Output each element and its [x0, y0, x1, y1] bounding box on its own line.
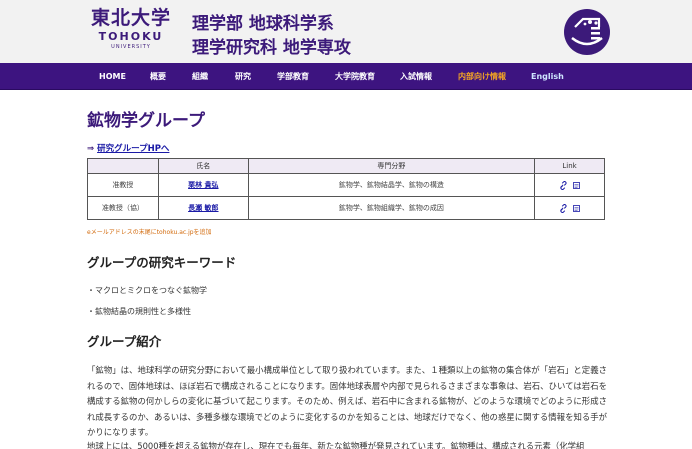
nav-item-home[interactable]: HOME: [99, 63, 126, 90]
email-link-icon[interactable]: [559, 203, 568, 213]
nav-item-research[interactable]: 研究: [235, 63, 251, 90]
nav-item-organization[interactable]: 組織: [192, 63, 208, 90]
member-links-cell: [534, 173, 605, 197]
keywords-heading: グループの研究キーワード: [87, 255, 237, 270]
member-name-cell: 栗林 貴弘: [157, 173, 249, 197]
profile-link-icon[interactable]: [572, 204, 580, 212]
table-header-link: Link: [534, 158, 605, 174]
nav-item-undergraduate[interactable]: 学部教育: [277, 63, 309, 90]
main-navigation: HOME 概要 組織 研究 学部教育 大学院教育 入試情報 内部向け情報 Eng…: [0, 63, 692, 90]
logo-kanji: 東北大学: [90, 7, 171, 29]
member-field: 鉱物学、鉱物組織学、鉱物の成因: [247, 196, 536, 220]
nav-item-english[interactable]: English: [531, 63, 564, 90]
intro-paragraph: 「鉱物」は、地球科学の研究分野において最小構成単位として取り扱われています。また…: [87, 365, 607, 437]
member-name-cell: 長瀬 敏郎: [157, 196, 249, 220]
member-position: 准教授: [87, 173, 159, 197]
nav-item-admissions[interactable]: 入試情報: [400, 63, 432, 90]
table-row: 准教授 栗林 貴弘 鉱物学、鉱物結晶学、鉱物の構造: [87, 173, 605, 197]
group-hp-link[interactable]: 研究グループHPへ: [97, 144, 169, 154]
table-row: 准教授（協） 長瀬 敏郎 鉱物学、鉱物組織学、鉱物の成因: [87, 196, 605, 220]
members-table: 氏名 専門分野 Link 准教授 栗林 貴弘 鉱物学、鉱物結晶学、鉱物の構造 准…: [87, 158, 605, 220]
page-title: 鉱物学グループ: [87, 111, 205, 131]
member-links: [558, 180, 580, 190]
member-links-cell: [534, 196, 605, 220]
university-logo[interactable]: 東北大学 TOHOKU UNIVERSITY: [86, 6, 176, 58]
logo-university: UNIVERSITY: [111, 44, 151, 50]
keyword-item: ・鉱物結晶の規則性と多様性: [87, 307, 191, 316]
member-field: 鉱物学、鉱物結晶学、鉱物の構造: [247, 173, 536, 197]
arrow-icon: ⇒: [87, 144, 95, 154]
nav-item-internal[interactable]: 内部向け情報: [458, 63, 506, 90]
profile-link-icon[interactable]: [572, 181, 580, 189]
site-header: 東北大学 TOHOKU UNIVERSITY 理学部 地球科学系 理学研究科 地…: [0, 0, 692, 63]
nav-item-overview[interactable]: 概要: [150, 63, 166, 90]
logo-english: TOHOKU: [98, 30, 164, 43]
group-hp-link-row: ⇒ 研究グループHPへ: [87, 142, 169, 154]
faculty-emblem-icon[interactable]: [563, 8, 611, 56]
member-name-link[interactable]: 長瀬 敏郎: [188, 204, 218, 212]
department-title-line2[interactable]: 理学研究科 地学専攻: [192, 33, 351, 58]
keyword-item: ・マクロとミクロをつなぐ鉱物学: [87, 286, 207, 295]
table-header-name: 氏名: [157, 158, 249, 174]
member-name-link[interactable]: 栗林 貴弘: [188, 181, 218, 189]
member-position: 准教授（協）: [87, 196, 159, 220]
member-links: [558, 203, 580, 213]
nav-item-graduate[interactable]: 大学院教育: [335, 63, 375, 90]
intro-heading: グループ紹介: [87, 334, 162, 349]
department-title-line1[interactable]: 理学部 地球科学系: [192, 9, 334, 34]
table-header-field: 専門分野: [247, 158, 536, 174]
email-note: eメールアドレスの末尾にtohoku.ac.jpを追加: [87, 229, 212, 236]
table-header-row: 氏名 専門分野 Link: [87, 158, 605, 174]
table-header-position: [87, 158, 159, 174]
intro-paragraph: 地球上には、5000種を超える鉱物が存在し、現在でも毎年、新たな鉱物種が発見され…: [87, 441, 585, 449]
email-link-icon[interactable]: [559, 180, 568, 190]
